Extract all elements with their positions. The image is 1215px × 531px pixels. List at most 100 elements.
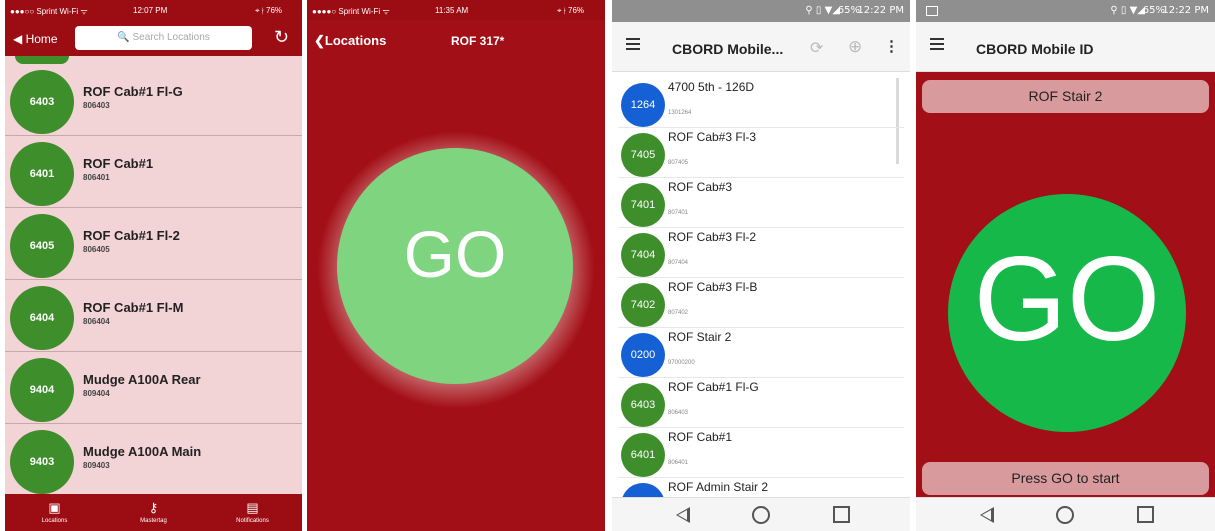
recent-apps-icon[interactable]: [1137, 506, 1154, 523]
location-code-badge: 6401: [621, 433, 665, 477]
status-icons: ⚲ ▯ ▼◢: [805, 5, 840, 16]
tab-notifications[interactable]: ▤ Notifications: [203, 494, 302, 531]
crosshair-icon[interactable]: ⊕: [848, 37, 862, 57]
list-item[interactable]: 1264 4700 5th - 126D 1301264: [618, 78, 904, 128]
carrier-label: ●●●●○ Sprint Wi-Fi ᯤ: [312, 7, 390, 16]
status-bar: ⚲ ▯ ▼◢ 65% 12:22 PM: [916, 0, 1215, 22]
list-item[interactable]: 7401 ROF Cab#3 807401: [618, 178, 904, 228]
list-item[interactable]: 6404 ROF Cab#1 Fl-M 806404: [5, 280, 302, 352]
location-name: ROF Cab#1 Fl-G: [83, 84, 183, 99]
location-name: 4700 5th - 126D: [668, 80, 755, 94]
app-bar: CBORD Mobile ID: [916, 22, 1215, 72]
location-id: 807402: [668, 310, 689, 316]
locations-list-screen-android: ⚲ ▯ ▼◢ 65% 12:22 PM CBORD Mobile... ⟳ ⊕ …: [612, 0, 910, 531]
list-item[interactable]: 7405 ROF Cab#3 Fl-3 807405: [618, 128, 904, 178]
location-id: 97000200: [668, 360, 695, 366]
document-icon: ▤: [246, 500, 259, 515]
location-id: 806403: [668, 410, 689, 416]
go-label: GO: [973, 232, 1161, 366]
list-item[interactable]: 6403 ROF Cab#1 Fl-G 806403: [5, 64, 302, 136]
navigation-bar: ◀ Home 🔍 Search Locations ↻: [5, 20, 302, 56]
home-icon[interactable]: [752, 506, 770, 524]
list-item[interactable]: 6405 ROF Cab#1 Fl-2 806405: [5, 208, 302, 280]
back-label: Locations: [324, 33, 387, 48]
list-item[interactable]: 7404 ROF Cab#3 Fl-2 807404: [618, 228, 904, 278]
status-bar: ●●●○○ Sprint Wi-Fi ᯤ 12:07 PM ⌖ ∤ 76%: [5, 0, 302, 20]
location-list: 1264 4700 5th - 126D 1301264 7405 ROF Cab#3 …: [612, 72, 910, 497]
tab-label: Locations: [41, 518, 68, 524]
location-code-badge: 1264: [621, 83, 665, 127]
location-id: 807405: [668, 160, 689, 166]
location-name: ROF Stair 2: [668, 330, 732, 344]
status-time: 12:07 PM: [133, 6, 168, 15]
location-code-badge: 9404: [10, 358, 74, 422]
list-item[interactable]: 7402 ROF Cab#3 Fl-B 807402: [618, 278, 904, 328]
location-name: ROF Cab#1: [668, 430, 733, 444]
back-icon[interactable]: [676, 507, 690, 523]
carrier-label: ●●●○○ Sprint Wi-Fi ᯤ: [10, 7, 88, 16]
app-title: CBORD Mobile...: [672, 41, 784, 57]
location-code-badge: 6401: [10, 142, 74, 206]
location-code-badge: 0200: [621, 333, 665, 377]
location-list: 6403 ROF Cab#1 Fl-G 806403 6401 ROF Cab#1 806…: [5, 56, 302, 494]
tab-mastertag[interactable]: ⚷ Mastertag: [104, 494, 203, 531]
location-card-icon: ▣: [48, 500, 61, 515]
home-icon[interactable]: [1056, 506, 1074, 524]
status-time: 12:22 PM: [857, 5, 904, 16]
list-item[interactable]: ROF Admin Stair 2: [618, 478, 904, 497]
hamburger-menu-icon[interactable]: [626, 38, 640, 50]
status-time: 12:22 PM: [1162, 5, 1209, 16]
list-item[interactable]: 9404 Mudge A100A Rear 809404: [5, 352, 302, 424]
locations-list-screen-ios: ●●●○○ Sprint Wi-Fi ᯤ 12:07 PM ⌖ ∤ 76% ◀ …: [5, 0, 302, 531]
app-title: CBORD Mobile ID: [976, 41, 1094, 57]
list-item[interactable]: 9403 Mudge A100A Main 809403: [5, 424, 302, 494]
location-id: 806401: [83, 173, 110, 182]
location-code-badge: 6404: [10, 286, 74, 350]
location-name: Mudge A100A Rear: [83, 372, 201, 387]
sync-icon[interactable]: ⟳: [810, 38, 823, 58]
go-button[interactable]: GO: [948, 194, 1186, 432]
location-name: ROF Cab#1 Fl-G: [668, 380, 759, 394]
location-name: ROF Cab#1 Fl-2: [83, 228, 180, 243]
location-name: ROF Cab#3 Fl-B: [668, 280, 758, 294]
location-name: ROF Cab#1: [83, 156, 154, 171]
location-code-badge: 6403: [621, 383, 665, 427]
go-label: GO: [403, 217, 507, 291]
tab-locations[interactable]: ▣ Locations: [5, 494, 104, 531]
location-id: 807404: [668, 260, 689, 266]
back-icon[interactable]: [980, 507, 994, 523]
location-id: 1301264: [668, 110, 692, 116]
list-item[interactable]: 6403 ROF Cab#1 Fl-G 806403: [618, 378, 904, 428]
location-name: Mudge A100A Main: [83, 444, 202, 459]
search-input[interactable]: 🔍 Search Locations: [75, 26, 252, 50]
location-name-badge: ROF Stair 2: [922, 80, 1209, 113]
home-back-button[interactable]: ◀ Home: [13, 32, 58, 46]
go-button[interactable]: GO: [337, 148, 573, 384]
android-nav-bar: [612, 497, 910, 531]
location-code-badge: 9403: [10, 430, 74, 494]
tab-bar: ▣ Locations ⚷ Mastertag ▤ Notifications: [5, 494, 302, 531]
location-code-badge: 6405: [10, 214, 74, 278]
android-nav-bar: [916, 497, 1215, 531]
press-go-hint: Press GO to start: [922, 462, 1209, 495]
page-title: ROF 317*: [451, 34, 505, 48]
location-name: ROF Admin Stair 2: [668, 480, 769, 494]
location-id: 806403: [83, 101, 110, 110]
list-item[interactable]: 6401 ROF Cab#1 806401: [618, 428, 904, 478]
refresh-icon[interactable]: ↻: [274, 27, 289, 48]
list-item[interactable]: 6401 ROF Cab#1 806401: [5, 136, 302, 208]
status-bar: ●●●●○ Sprint Wi-Fi ᯤ 11:35 AM ⌖ ∤ 76%: [307, 0, 605, 20]
location-code-badge: 7404: [621, 233, 665, 277]
notification-icon: [926, 6, 938, 16]
list-item[interactable]: 0200 ROF Stair 2 97000200: [618, 328, 904, 378]
location-name: ROF Cab#3: [668, 180, 733, 194]
recent-apps-icon[interactable]: [833, 506, 850, 523]
hamburger-menu-icon[interactable]: [930, 38, 944, 50]
location-id: 809403: [83, 461, 110, 470]
back-to-locations-button[interactable]: ❮Locations: [314, 33, 386, 49]
location-name: ROF Cab#3 Fl-2: [668, 230, 757, 244]
location-name: ROF Cab#1 Fl-M: [83, 300, 184, 315]
overflow-menu-icon[interactable]: ⋮: [884, 37, 899, 55]
chevron-left-icon: ❮: [314, 33, 325, 48]
go-panel: ROF Stair 2 GO Press GO to start: [916, 72, 1215, 497]
